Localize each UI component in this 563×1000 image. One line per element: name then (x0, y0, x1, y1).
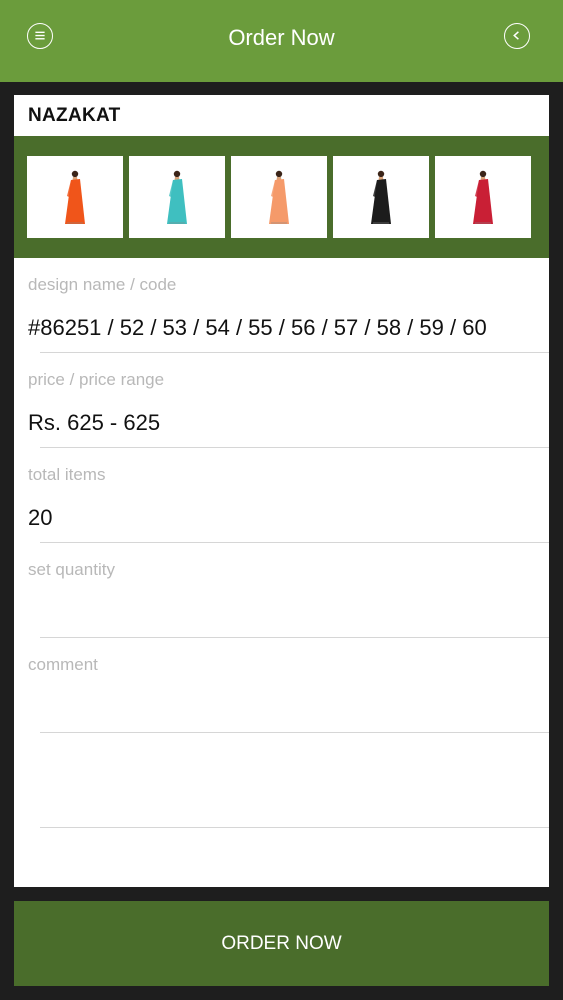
thumbnail-strip (14, 136, 549, 258)
divider (40, 827, 549, 828)
chevron-left-icon (513, 31, 519, 40)
design-label: design name / code (28, 275, 177, 294)
price-field[interactable]: Rs. 625 - 625 (28, 410, 543, 436)
brand-title: NAZAKAT (28, 105, 121, 126)
product-thumbnail[interactable] (333, 156, 429, 238)
product-thumbnail[interactable] (129, 156, 225, 238)
comment-label: comment (28, 655, 98, 674)
divider (40, 447, 549, 448)
design-field[interactable]: #86251 / 52 / 53 / 54 / 55 / 56 / 57 / 5… (28, 315, 543, 341)
total-items-label: total items (28, 465, 106, 484)
page-title: Order Now (228, 25, 335, 50)
order-card: NAZAKAT design name / code #86251 / 52 /… (14, 95, 549, 887)
divider (40, 732, 549, 733)
product-thumbnail[interactable] (27, 156, 123, 238)
saree-image (269, 170, 289, 224)
saree-image (371, 170, 391, 224)
order-now-button[interactable]: ORDER NOW (14, 901, 549, 986)
back-button[interactable] (504, 23, 530, 49)
header-bar: Order Now (0, 0, 563, 82)
saree-image (473, 170, 493, 224)
set-quantity-label: set quantity (28, 560, 115, 579)
divider (40, 352, 549, 353)
product-thumbnail[interactable] (231, 156, 327, 238)
divider (40, 542, 549, 543)
product-thumbnail[interactable] (435, 156, 531, 238)
divider (40, 637, 549, 638)
saree-image (167, 170, 187, 224)
total-items-field[interactable]: 20 (28, 505, 543, 531)
price-label: price / price range (28, 370, 165, 389)
saree-image (65, 170, 85, 224)
